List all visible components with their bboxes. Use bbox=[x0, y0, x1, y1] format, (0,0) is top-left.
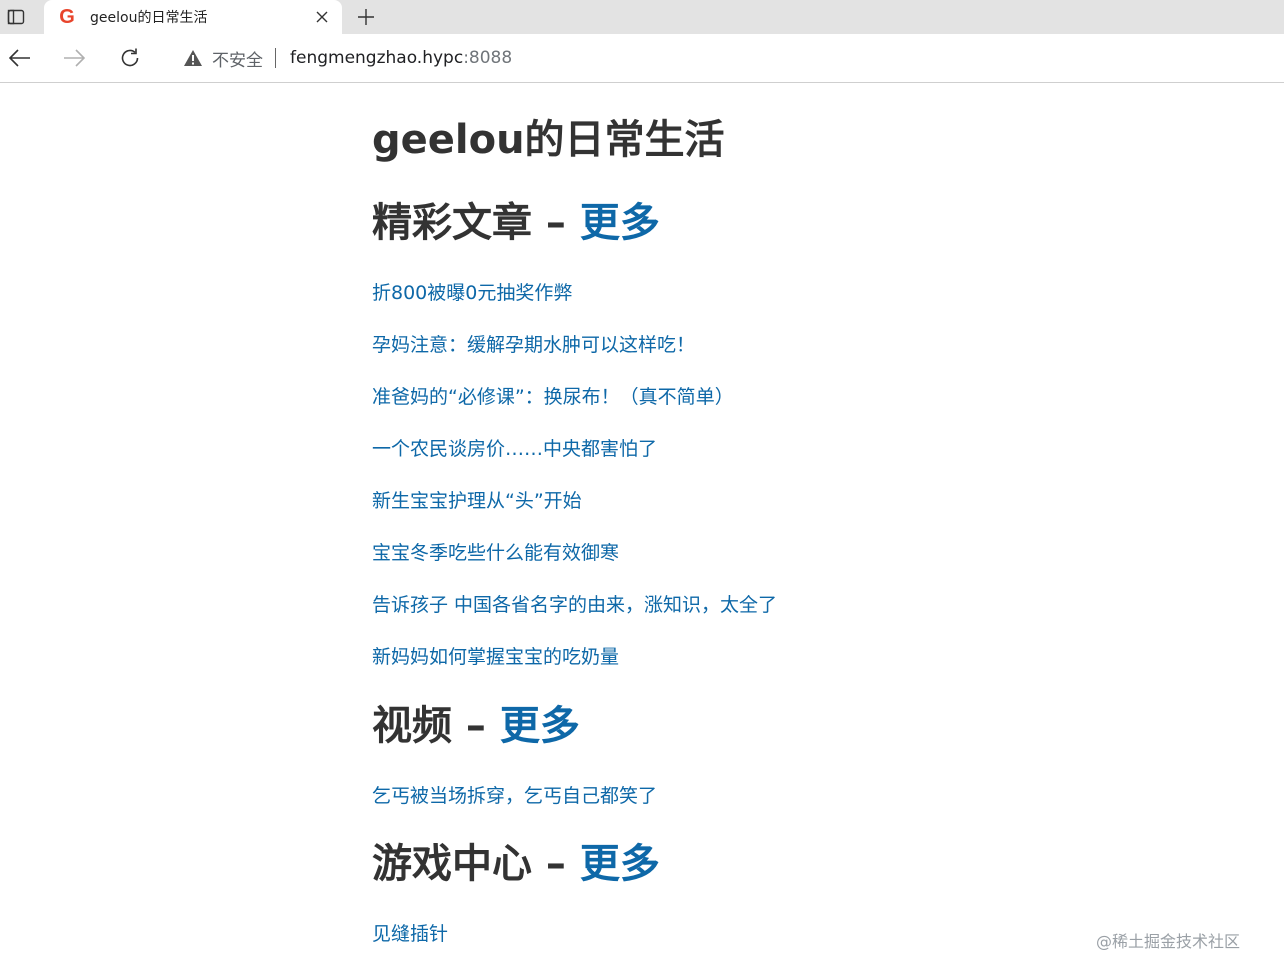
section-title: 视频 – bbox=[372, 703, 486, 749]
article-link[interactable]: 新妈妈如何掌握宝宝的吃奶量 bbox=[372, 644, 619, 670]
active-tab[interactable]: G geelou的日常生活 bbox=[44, 0, 342, 34]
section-title: 游戏中心 – bbox=[372, 841, 566, 887]
video-link[interactable]: 乞丐被当场拆穿，乞丐自己都笑了 bbox=[372, 783, 657, 809]
article-link[interactable]: 一个农民谈房价……中央都害怕了 bbox=[372, 436, 657, 462]
article-link[interactable]: 宝宝冬季吃些什么能有效御寒 bbox=[372, 540, 619, 566]
close-icon[interactable] bbox=[310, 5, 334, 29]
url-host: fengmengzhao.hypc bbox=[290, 48, 464, 68]
article-link[interactable]: 孕妈注意：缓解孕期水肿可以这样吃！ bbox=[372, 332, 695, 358]
more-link[interactable]: 更多 bbox=[580, 841, 660, 887]
tab-actions-icon[interactable] bbox=[2, 3, 30, 31]
section-heading-videos: 视频 – 更多 bbox=[372, 700, 580, 752]
reload-icon[interactable] bbox=[116, 44, 144, 72]
plus-icon[interactable] bbox=[352, 3, 380, 31]
url-port: :8088 bbox=[463, 48, 513, 68]
page-title: geelou的日常生活 bbox=[372, 117, 725, 163]
watermark: @稀土掘金技术社区 bbox=[1096, 932, 1241, 951]
game-link[interactable]: 见缝插针 bbox=[372, 921, 448, 947]
browser-toolbar: 不安全 fengmengzhao.hypc :8088 bbox=[0, 34, 1284, 83]
address-bar[interactable]: 不安全 fengmengzhao.hypc :8088 bbox=[166, 40, 1284, 76]
address-divider bbox=[275, 48, 276, 68]
tab-title: geelou的日常生活 bbox=[90, 10, 208, 26]
article-link[interactable]: 告诉孩子 中国各省名字的由来，涨知识，太全了 bbox=[372, 592, 777, 618]
section-heading-articles: 精彩文章 – 更多 bbox=[372, 197, 660, 249]
warning-icon[interactable] bbox=[182, 47, 204, 69]
forward-arrow-icon[interactable] bbox=[60, 44, 88, 72]
section-heading-games: 游戏中心 – 更多 bbox=[372, 838, 660, 890]
more-link[interactable]: 更多 bbox=[580, 200, 660, 246]
article-link[interactable]: 准爸妈的“必修课”：换尿布！（真不简单） bbox=[372, 384, 734, 410]
more-link[interactable]: 更多 bbox=[500, 703, 580, 749]
back-arrow-icon[interactable] bbox=[6, 44, 34, 72]
google-favicon-icon: G bbox=[59, 5, 75, 28]
article-link[interactable]: 折800被曝0元抽奖作弊 bbox=[372, 280, 572, 306]
section-title: 精彩文章 – bbox=[372, 200, 566, 246]
article-link[interactable]: 新生宝宝护理从“头”开始 bbox=[372, 488, 582, 514]
tab-strip: G geelou的日常生活 bbox=[0, 0, 1284, 34]
security-status[interactable]: 不安全 bbox=[212, 46, 263, 71]
